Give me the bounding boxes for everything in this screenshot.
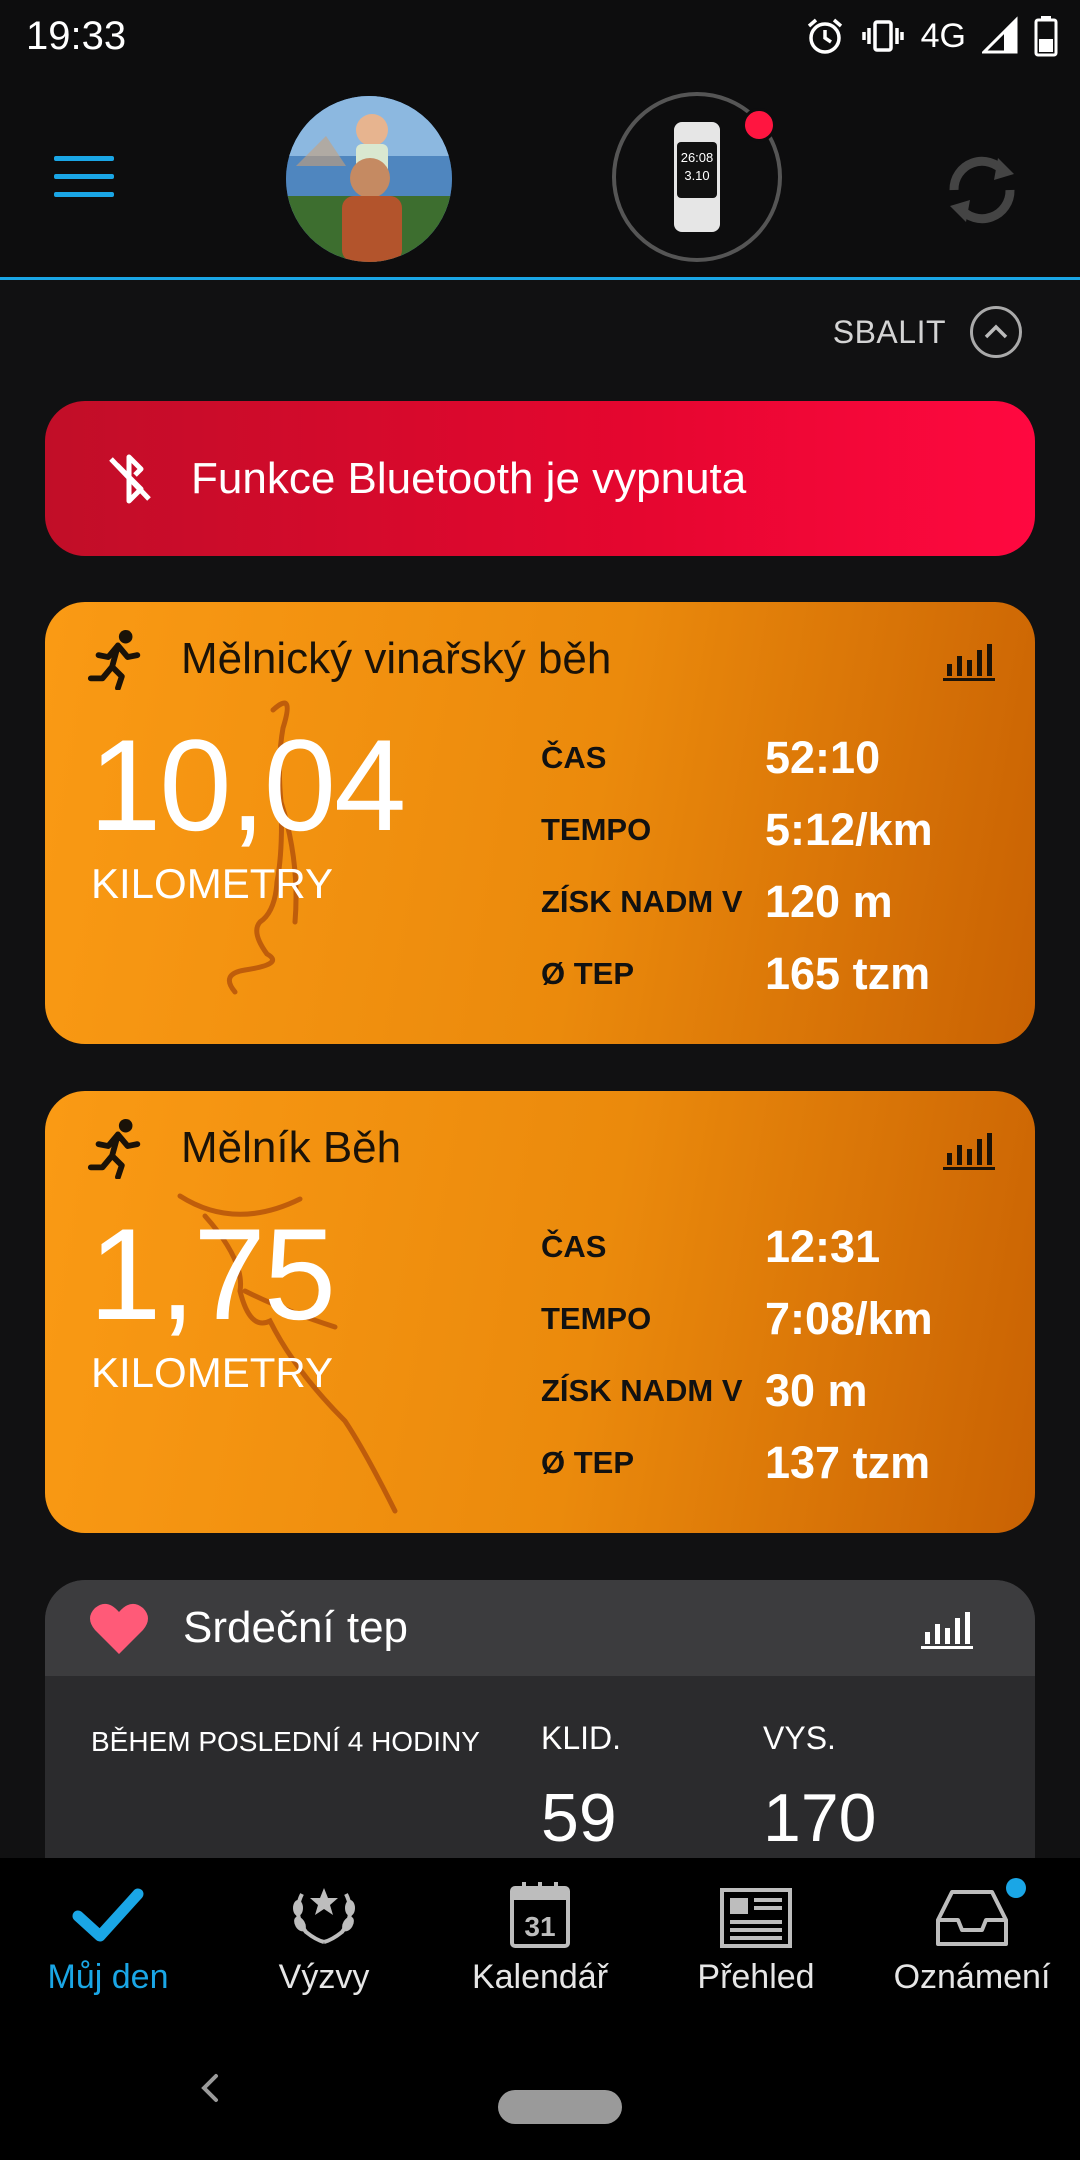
heart-rate-header: Srdeční tep bbox=[45, 1580, 1035, 1676]
stat-label: TEMPO bbox=[541, 1301, 652, 1336]
stat-value: 5:12/km bbox=[765, 804, 933, 855]
system-navigation bbox=[0, 2018, 1080, 2160]
distance-value: 1,75 bbox=[89, 1201, 336, 1347]
nav-label: Přehled bbox=[697, 1958, 815, 1996]
high-label: VYS. bbox=[763, 1720, 836, 1756]
vibrate-icon bbox=[861, 20, 904, 52]
distance-value: 10,04 bbox=[89, 712, 406, 858]
resting-label: KLID. bbox=[541, 1720, 622, 1756]
inbox-icon bbox=[936, 1890, 1008, 1946]
chevron-up-icon[interactable] bbox=[970, 306, 1022, 358]
nav-notifications[interactable]: Oznámení bbox=[864, 1858, 1080, 2018]
activity-title: Mělnický vinařský běh bbox=[181, 634, 612, 683]
stat-value: 137 tzm bbox=[765, 1437, 931, 1488]
bluetooth-off-icon bbox=[109, 454, 151, 503]
collapse-toggle[interactable]: SBALIT bbox=[833, 306, 1022, 358]
calendar-day: 31 bbox=[524, 1911, 555, 1942]
stats-chart-icon[interactable] bbox=[943, 1127, 995, 1171]
heart-rate-period: BĚHEM POSLEDNÍ 4 HODINY bbox=[91, 1726, 480, 1757]
bluetooth-off-banner[interactable]: Funkce Bluetooth je vypnuta bbox=[45, 401, 1035, 556]
network-type: 4G bbox=[920, 16, 966, 55]
stat-label: ZÍSK NADM V bbox=[541, 884, 743, 919]
app-header: 26:08 3.10 bbox=[0, 72, 1080, 280]
laurel-icon bbox=[293, 1888, 355, 1944]
avatar-photo bbox=[286, 96, 452, 262]
hamburger-icon[interactable] bbox=[54, 156, 114, 200]
stat-time: ČAS 12:31 bbox=[541, 1211, 933, 1283]
running-icon bbox=[87, 629, 141, 690]
stat-label: ZÍSK NADM V bbox=[541, 1373, 743, 1408]
nav-my-day[interactable]: Můj den bbox=[0, 1858, 216, 2018]
status-bar: 19:33 4G bbox=[0, 0, 1080, 72]
stat-label: ČAS bbox=[541, 1229, 607, 1264]
high-value: 170 bbox=[763, 1780, 877, 1856]
activity-card[interactable]: Mělník Běh 1,75 KILOMETRY ČAS 12:31 TEMP… bbox=[45, 1091, 1035, 1533]
distance-unit: KILOMETRY bbox=[91, 1349, 333, 1396]
nav-overview[interactable]: Přehled bbox=[648, 1858, 864, 2018]
stat-value: 120 m bbox=[765, 876, 893, 927]
nav-calendar[interactable]: 31 Kalendář bbox=[432, 1858, 648, 2018]
stat-label: Ø TEP bbox=[541, 956, 635, 991]
stats-chart-icon[interactable] bbox=[943, 638, 995, 682]
news-icon bbox=[720, 1888, 792, 1948]
signal-icon bbox=[982, 16, 1018, 54]
stat-value: 52:10 bbox=[765, 732, 881, 783]
alarm-icon bbox=[807, 18, 842, 54]
nav-label: Můj den bbox=[47, 1958, 169, 1996]
stat-elevation: ZÍSK NADM V 30 m bbox=[541, 1355, 933, 1427]
distance-unit: KILOMETRY bbox=[91, 860, 333, 907]
running-icon bbox=[87, 1118, 141, 1179]
nav-label: Výzvy bbox=[278, 1958, 370, 1996]
high-heart-rate: VYS. 170 bbox=[763, 1720, 876, 1857]
stats-chart-icon[interactable] bbox=[921, 1606, 973, 1650]
activity-card[interactable]: Mělnický vinařský běh 10,04 KILOMETRY ČA… bbox=[45, 602, 1035, 1044]
watch-time: 26:08 bbox=[681, 150, 714, 165]
activity-stats: ČAS 12:31 TEMPO 7:08/km ZÍSK NADM V 30 m… bbox=[541, 1211, 933, 1499]
stat-value: 12:31 bbox=[765, 1221, 881, 1272]
stat-value: 30 m bbox=[765, 1365, 868, 1416]
checkmark-icon bbox=[72, 1888, 144, 1942]
heart-rate-title: Srdeční tep bbox=[183, 1603, 409, 1652]
nav-challenges[interactable]: Výzvy bbox=[216, 1858, 432, 2018]
home-pill[interactable] bbox=[498, 2090, 622, 2124]
stat-label: ČAS bbox=[541, 740, 607, 775]
back-icon[interactable] bbox=[192, 2070, 228, 2106]
stat-heart-rate: Ø TEP 165 tzm bbox=[541, 938, 933, 1010]
notification-badge bbox=[1006, 1878, 1026, 1898]
stat-pace: TEMPO 5:12/km bbox=[541, 794, 933, 866]
nav-label: Oznámení bbox=[893, 1958, 1051, 1996]
sync-icon[interactable] bbox=[936, 144, 1028, 236]
stat-value: 165 tzm bbox=[765, 948, 931, 999]
device-status-dot bbox=[742, 108, 776, 142]
battery-icon bbox=[1034, 16, 1058, 57]
status-time: 19:33 bbox=[26, 14, 127, 58]
heart-icon bbox=[90, 1603, 148, 1654]
stat-time: ČAS 52:10 bbox=[541, 722, 933, 794]
stat-label: TEMPO bbox=[541, 812, 652, 847]
activity-title: Mělník Běh bbox=[181, 1123, 402, 1172]
bottom-navigation: Můj den Výzvy 31 Kalendář Přehled Oznáme… bbox=[0, 1858, 1080, 2018]
stat-label: Ø TEP bbox=[541, 1445, 635, 1480]
resting-value: 59 bbox=[541, 1780, 617, 1856]
calendar-icon: 31 bbox=[510, 1882, 570, 1948]
status-icons: 4G bbox=[805, 14, 1058, 58]
nav-label: Kalendář bbox=[471, 1958, 609, 1996]
avatar[interactable] bbox=[286, 96, 452, 262]
stat-pace: TEMPO 7:08/km bbox=[541, 1283, 933, 1355]
bluetooth-banner-text: Funkce Bluetooth je vypnuta bbox=[191, 453, 747, 503]
stat-elevation: ZÍSK NADM V 120 m bbox=[541, 866, 933, 938]
stat-value: 7:08/km bbox=[765, 1293, 933, 1344]
resting-heart-rate: KLID. 59 bbox=[541, 1720, 621, 1857]
collapse-label: SBALIT bbox=[832, 313, 946, 350]
stat-heart-rate: Ø TEP 137 tzm bbox=[541, 1427, 933, 1499]
heart-rate-card[interactable]: Srdeční tep BĚHEM POSLEDNÍ 4 HODINY KLID… bbox=[45, 1580, 1035, 1860]
watch-date: 3.10 bbox=[684, 168, 709, 183]
activity-stats: ČAS 52:10 TEMPO 5:12/km ZÍSK NADM V 120 … bbox=[541, 722, 933, 1010]
